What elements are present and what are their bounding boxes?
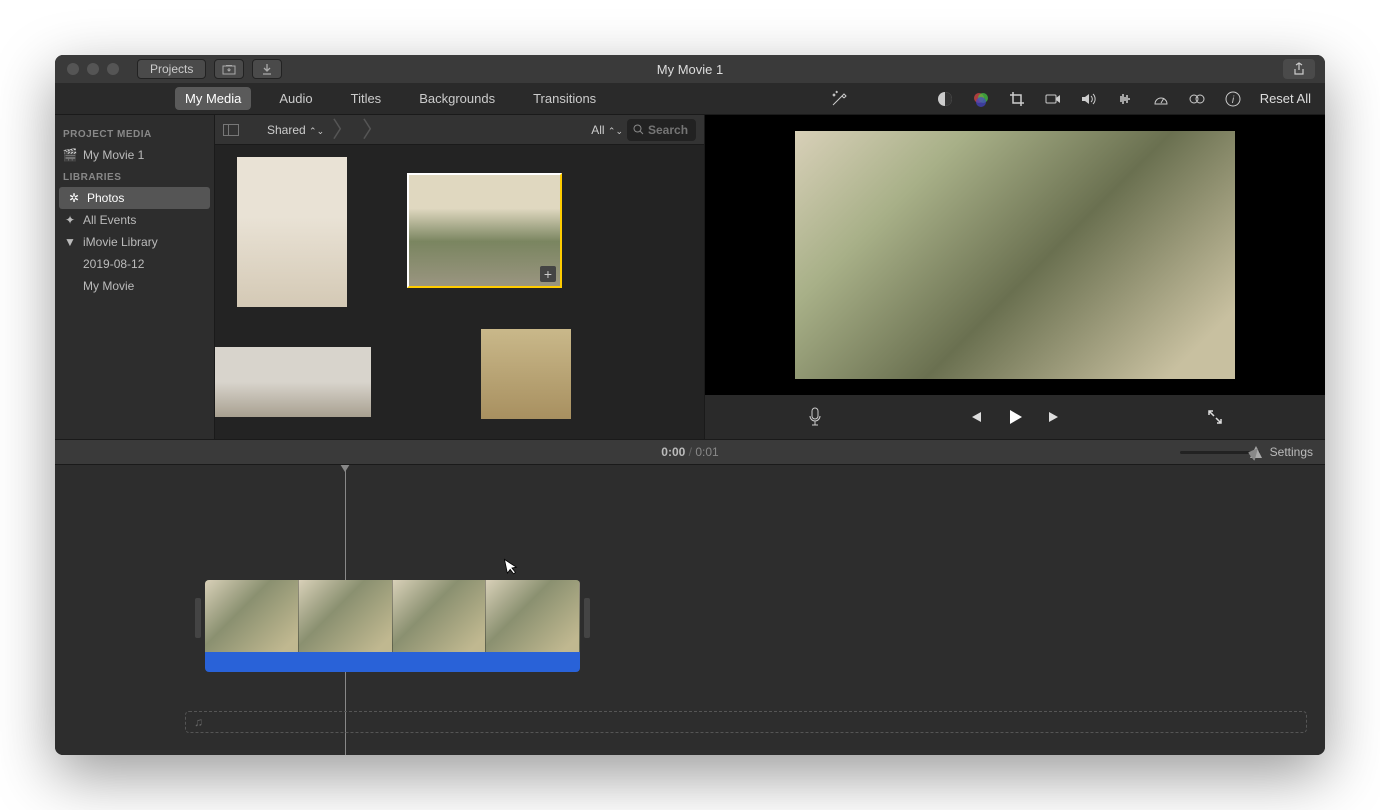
- window-controls: [55, 63, 119, 75]
- main-area: PROJECT MEDIA 🎬 My Movie 1 LIBRARIES ✲ P…: [55, 115, 1325, 439]
- color-correction-icon[interactable]: [972, 90, 990, 108]
- titlebar: Projects My Movie 1: [55, 55, 1325, 83]
- disclosure-triangle-icon[interactable]: ▼: [63, 235, 77, 249]
- chevron-updown-icon: ⌃⌄: [309, 126, 324, 136]
- media-thumbnail-grid[interactable]: [215, 145, 704, 439]
- preview-viewer: [705, 115, 1325, 439]
- timeline-clip[interactable]: [205, 580, 580, 672]
- share-button[interactable]: [1283, 59, 1315, 79]
- viewer-tools: i Reset All: [830, 90, 1325, 108]
- sidebar-toggle-icon[interactable]: [223, 124, 239, 136]
- fullscreen-button[interactable]: [1205, 407, 1225, 427]
- sidebar-header-libraries: LIBRARIES: [55, 166, 214, 187]
- crop-icon[interactable]: [1008, 90, 1026, 108]
- sidebar: PROJECT MEDIA 🎬 My Movie 1 LIBRARIES ✲ P…: [55, 115, 215, 439]
- preview-frame: [795, 131, 1235, 379]
- timeline-header: 0:00 / 0:01 Settings: [55, 439, 1325, 465]
- star-icon: ✦: [63, 213, 77, 227]
- clip-trim-handle-right[interactable]: [584, 598, 590, 638]
- photos-icon: ✲: [67, 191, 81, 205]
- sidebar-item-imovie-library[interactable]: ▼ iMovie Library: [55, 231, 214, 253]
- top-tabs-row: My Media Audio Titles Backgrounds Transi…: [55, 83, 1325, 115]
- sidebar-item-2019-08-12[interactable]: 2019-08-12: [55, 253, 214, 275]
- next-button[interactable]: [1045, 407, 1065, 427]
- sidebar-item-photos[interactable]: ✲ Photos: [59, 187, 210, 209]
- color-balance-icon[interactable]: [936, 90, 954, 108]
- download-button[interactable]: [252, 59, 282, 79]
- sidebar-item-label: iMovie Library: [83, 235, 158, 249]
- tab-titles[interactable]: Titles: [341, 87, 392, 110]
- music-icon: ♫: [194, 715, 203, 729]
- enhance-icon[interactable]: [830, 90, 848, 108]
- tab-backgrounds[interactable]: Backgrounds: [409, 87, 505, 110]
- previous-button[interactable]: [965, 407, 985, 427]
- stabilization-icon[interactable]: [1044, 90, 1062, 108]
- sidebar-item-label: 2019-08-12: [83, 257, 144, 271]
- projects-button[interactable]: Projects: [137, 59, 206, 79]
- browser-toolbar: Shared ⌃⌄ 〉 〉 All ⌃⌄: [215, 115, 704, 145]
- clip-trim-handle-left[interactable]: [195, 598, 201, 638]
- breadcrumb-chevron-icon: 〉: [332, 119, 354, 141]
- play-button[interactable]: [1005, 407, 1025, 427]
- volume-icon[interactable]: [1080, 90, 1098, 108]
- tab-transitions[interactable]: Transitions: [523, 87, 606, 110]
- media-browser: Shared ⌃⌄ 〉 〉 All ⌃⌄: [215, 115, 705, 439]
- media-thumbnail-selected[interactable]: [407, 173, 562, 288]
- mouse-cursor-icon: [503, 556, 520, 577]
- app-window: Projects My Movie 1 My Media Audio Title…: [55, 55, 1325, 755]
- sidebar-item-label: My Movie: [83, 279, 134, 293]
- clip-audio-track[interactable]: [205, 652, 580, 672]
- search-icon: [633, 124, 644, 135]
- noise-reduction-icon[interactable]: [1116, 90, 1134, 108]
- media-tabs: My Media Audio Titles Backgrounds Transi…: [55, 87, 606, 110]
- breadcrumb-chevron-icon: 〉: [362, 119, 384, 141]
- clip-filter-icon[interactable]: [1188, 90, 1206, 108]
- preview-canvas[interactable]: [705, 115, 1325, 395]
- speed-icon[interactable]: [1152, 90, 1170, 108]
- clip-frame-thumb: [205, 580, 299, 652]
- tab-my-media[interactable]: My Media: [175, 87, 251, 110]
- zoom-slider[interactable]: [1180, 451, 1260, 454]
- clip-video-track[interactable]: [205, 580, 580, 652]
- settings-button[interactable]: Settings: [1270, 445, 1313, 459]
- svg-text:i: i: [1232, 95, 1235, 106]
- clapper-icon: 🎬: [63, 148, 77, 162]
- background-music-track[interactable]: ♫: [185, 711, 1307, 733]
- media-thumbnail[interactable]: [237, 157, 347, 307]
- sidebar-item-my-movie[interactable]: My Movie: [55, 275, 214, 297]
- close-window-button[interactable]: [67, 63, 79, 75]
- sidebar-item-all-events[interactable]: ✦ All Events: [55, 209, 214, 231]
- timecode-display: 0:00 / 0:01: [661, 445, 718, 459]
- clip-frame-thumb: [393, 580, 487, 652]
- sidebar-item-label: My Movie 1: [83, 148, 144, 162]
- timeline[interactable]: ♫: [55, 465, 1325, 755]
- zoom-window-button[interactable]: [107, 63, 119, 75]
- search-field[interactable]: [627, 119, 696, 141]
- clip-frame-thumb: [299, 580, 393, 652]
- tab-audio[interactable]: Audio: [269, 87, 322, 110]
- filter-all-dropdown[interactable]: All ⌃⌄: [591, 123, 623, 137]
- sidebar-header-project-media: PROJECT MEDIA: [55, 123, 214, 144]
- sidebar-item-label: Photos: [87, 191, 124, 205]
- sidebar-item-my-movie-1[interactable]: 🎬 My Movie 1: [55, 144, 214, 166]
- minimize-window-button[interactable]: [87, 63, 99, 75]
- search-input[interactable]: [648, 123, 690, 137]
- sidebar-item-label: All Events: [83, 213, 136, 227]
- chevron-updown-icon: ⌃⌄: [608, 126, 623, 136]
- breadcrumb-shared[interactable]: Shared ⌃⌄: [267, 123, 324, 137]
- media-thumbnail[interactable]: [481, 329, 571, 419]
- voiceover-button[interactable]: [805, 407, 825, 427]
- import-media-button[interactable]: [214, 59, 244, 79]
- clip-frame-thumb: [486, 580, 580, 652]
- reset-all-button[interactable]: Reset All: [1260, 91, 1311, 106]
- info-icon[interactable]: i: [1224, 90, 1242, 108]
- media-thumbnail[interactable]: [215, 347, 371, 417]
- playback-controls: [705, 395, 1325, 439]
